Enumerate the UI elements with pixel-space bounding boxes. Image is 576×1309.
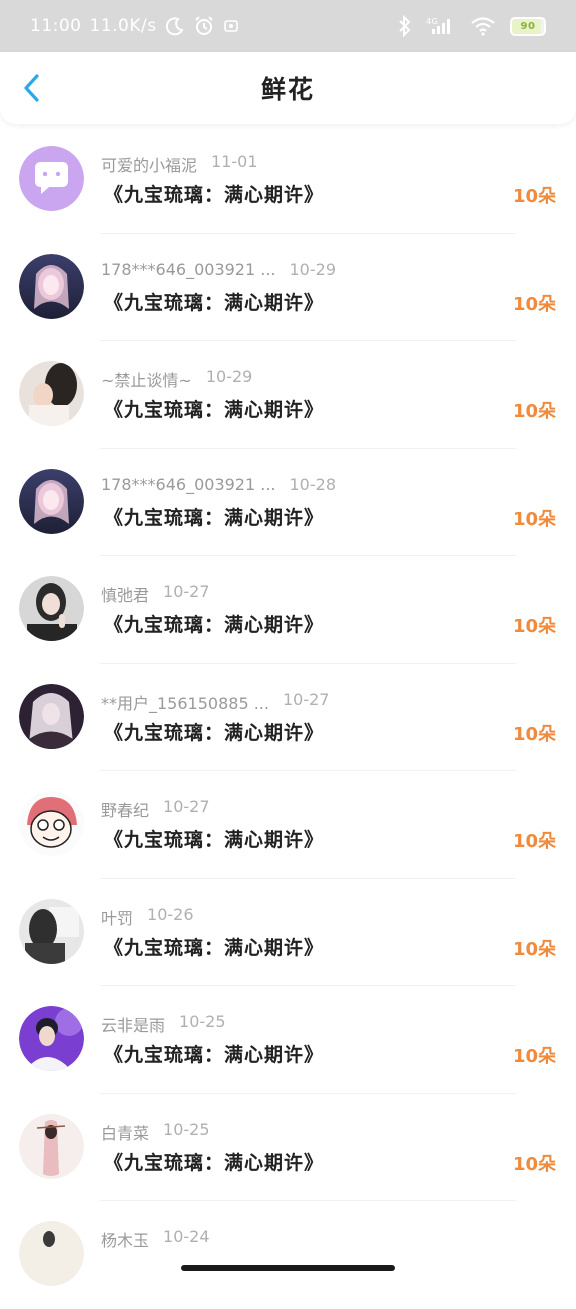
avatar[interactable] (19, 791, 84, 856)
record-date: 10-27 (282, 689, 330, 709)
sender-name: 178***646_003921 ... (101, 474, 276, 494)
flower-count: 10朵 (512, 1046, 556, 1067)
moon-icon (165, 16, 185, 36)
avatar[interactable] (19, 683, 84, 749)
flower-count: 10朵 (512, 186, 556, 207)
avatar[interactable] (19, 1221, 84, 1286)
signal-icon: 4G (426, 16, 456, 36)
flower-count: 10朵 (512, 831, 556, 852)
sender-name: 白青菜 (101, 1123, 150, 1143)
list-item[interactable]: ~禁止谈情~ 10-29 《九宝琉璃：满心期许》 10朵 (0, 341, 576, 449)
gift-name: 《九宝琉璃：满心期许》 (104, 399, 325, 421)
avatar[interactable] (19, 253, 84, 319)
gift-name: 《九宝琉璃：满心期许》 (104, 721, 325, 744)
sender-name: 178***646_003921 ... (101, 259, 276, 279)
gift-name: 《九宝琉璃：满心期许》 (104, 1151, 325, 1174)
avatar[interactable] (19, 361, 84, 426)
avatar[interactable] (19, 468, 84, 534)
gift-name: 《九宝琉璃：满心期许》 (104, 1044, 325, 1066)
record-date: 10-29 (289, 259, 337, 279)
list-item[interactable]: 杨木玉 10-24 (0, 1201, 576, 1309)
flower-count: 10朵 (512, 723, 556, 745)
flower-count: 10朵 (512, 616, 556, 637)
gift-name: 《九宝琉璃：满心期许》 (104, 936, 325, 959)
list-item[interactable]: 白青菜 10-25 《九宝琉璃：满心期许》 10朵 (0, 1094, 576, 1201)
status-time: 11:00 (30, 16, 82, 36)
avatar[interactable] (19, 146, 84, 211)
network-speed: 11.0K/s (89, 16, 157, 36)
gift-name: 《九宝琉璃：满心期许》 (104, 291, 325, 314)
list-item[interactable]: **用户_156150885 ... 10-27 《九宝琉璃：满心期许》 10朵 (0, 664, 576, 771)
record-date: 10-26 (147, 904, 194, 924)
header: 鲜花 (0, 52, 576, 124)
flower-count: 10朵 (512, 401, 556, 422)
sender-name: 叶罚 (101, 908, 134, 928)
sender-name: 野春纪 (101, 801, 150, 820)
gift-name: 《九宝琉璃：满心期许》 (104, 184, 325, 206)
battery-icon: 90 (510, 16, 546, 36)
notification-icon (223, 18, 239, 34)
network-type: 4G (426, 17, 438, 26)
status-right: 4G 90 (398, 15, 546, 37)
list-item[interactable]: 178***646_003921 ... 10-28 《九宝琉璃：满心期许》 1… (0, 449, 576, 556)
list-item[interactable]: 叶罚 10-26 《九宝琉璃：满心期许》 10朵 (0, 879, 576, 986)
bluetooth-icon (398, 15, 412, 37)
avatar[interactable] (19, 1006, 84, 1071)
record-date: 11-01 (211, 152, 258, 171)
sender-name: 杨木玉 (101, 1231, 150, 1250)
sender-name: ~禁止谈情~ (101, 371, 192, 390)
list-item[interactable]: 野春纪 10-27 《九宝琉璃：满心期许》 10朵 (0, 771, 576, 879)
record-date: 10-29 (205, 367, 253, 386)
list-item[interactable]: 慎弛君 10-27 《九宝琉璃：满心期许》 10朵 (0, 556, 576, 664)
gift-name: 《九宝琉璃：满心期许》 (104, 829, 325, 851)
status-left: 11:00 11.0K/s (30, 15, 239, 37)
back-button[interactable] (14, 70, 50, 106)
sender-name: 慎弛君 (101, 586, 150, 605)
record-date: 10-28 (289, 474, 337, 494)
record-date: 10-25 (163, 1119, 210, 1139)
sender-name: **用户_156150885 ... (101, 693, 269, 713)
sender-name: 云非是雨 (101, 1016, 166, 1035)
battery-level: 90 (520, 20, 536, 32)
gift-name: 《九宝琉璃：满心期许》 (104, 506, 325, 529)
avatar[interactable] (19, 898, 84, 964)
sender-name: 可爱的小福泥 (101, 156, 198, 175)
status-bar: 11:00 11.0K/s 4G 90 (0, 0, 576, 52)
record-date: 10-27 (163, 582, 210, 601)
flower-count: 10朵 (512, 938, 556, 960)
flower-count: 10朵 (512, 293, 556, 315)
alarm-icon (193, 15, 215, 37)
home-indicator[interactable] (181, 1265, 395, 1271)
record-date: 10-25 (179, 1012, 226, 1031)
flower-count: 10朵 (512, 1153, 556, 1175)
avatar[interactable] (19, 576, 84, 641)
wifi-icon (470, 16, 496, 36)
flower-count: 10朵 (512, 508, 556, 530)
gift-name: 《九宝琉璃：满心期许》 (104, 614, 325, 636)
gift-records-list: 可爱的小福泥 11-01 《九宝琉璃：满心期许》 10朵 178***646_0… (0, 126, 576, 1309)
avatar[interactable] (19, 1113, 84, 1179)
record-date: 10-24 (163, 1227, 210, 1246)
chevron-left-icon (24, 74, 39, 102)
list-item[interactable]: 178***646_003921 ... 10-29 《九宝琉璃：满心期许》 1… (0, 234, 576, 341)
list-item[interactable]: 可爱的小福泥 11-01 《九宝琉璃：满心期许》 10朵 (0, 126, 576, 234)
record-date: 10-27 (163, 797, 210, 816)
page-title: 鲜花 (260, 75, 315, 104)
list-item[interactable]: 云非是雨 10-25 《九宝琉璃：满心期许》 10朵 (0, 986, 576, 1094)
